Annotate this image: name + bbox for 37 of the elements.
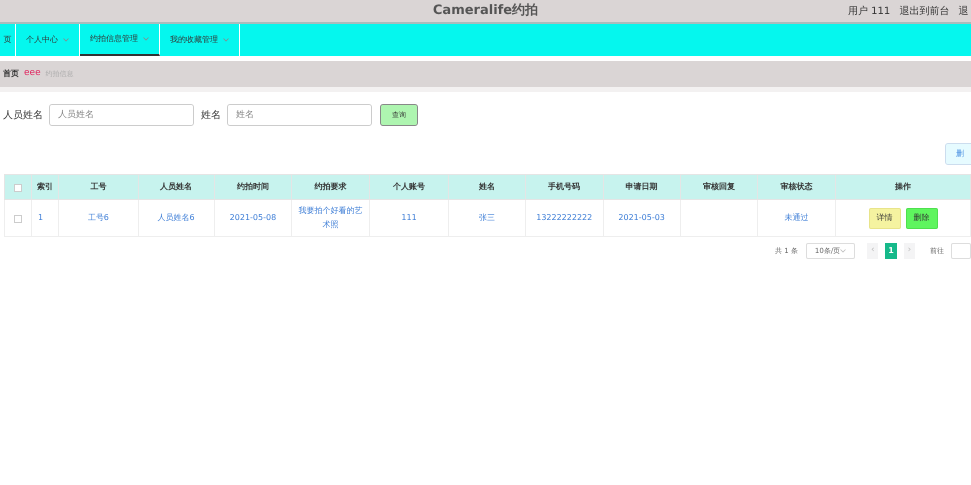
field-label: 姓名 [201,108,221,122]
field-label: 人员姓名 [3,108,43,122]
search-field[interactable]: 人员姓名 [49,104,194,126]
column-header: 个人账号 [393,182,426,191]
table-cell: 我要拍个好看的艺术照 [298,206,363,229]
app-title: Cameralife约拍 [432,2,538,20]
table-cell: 111 [401,213,417,222]
table-cell: 人员姓名6 [158,213,195,222]
action-button[interactable]: 删除 [906,208,938,228]
page-input[interactable] [951,243,971,259]
action-button[interactable]: 详情 [868,208,901,228]
column-header: 操作 [895,182,912,191]
table-cell: 13222222222 [536,213,592,222]
table-cell: 2021-05-03 [618,213,665,222]
table-cell: 2021-05-08 [230,213,276,222]
header-link[interactable]: 退出到前台 [899,4,950,18]
column-header: 约拍时间 [236,182,269,191]
chevron-down-icon [840,249,846,253]
column-header: 索引 [36,182,53,191]
table-cell: 工号6 [88,213,109,222]
table-cell: 1 [38,213,44,222]
column-header: 约拍要求 [314,182,347,191]
select-all-checkbox[interactable] [14,184,22,192]
table-cell: 张三 [478,213,495,222]
breadcrumb-item[interactable]: 首页 [3,68,19,80]
column-header: 审核状态 [780,182,813,191]
column-header: 姓名 [478,182,495,191]
column-header: 申请日期 [626,182,658,191]
column-header: 手机号码 [548,182,580,191]
header-link[interactable]: 退 [958,4,968,18]
column-header: 审核回复 [702,182,735,191]
row-checkbox[interactable] [14,214,22,223]
column-header: 人员姓名 [160,182,192,191]
column-header: 工号 [90,182,106,191]
user-label: 用户 111 [848,4,890,18]
table-cell: 未通过 [784,213,809,222]
search-field[interactable]: 姓名 [227,104,372,126]
